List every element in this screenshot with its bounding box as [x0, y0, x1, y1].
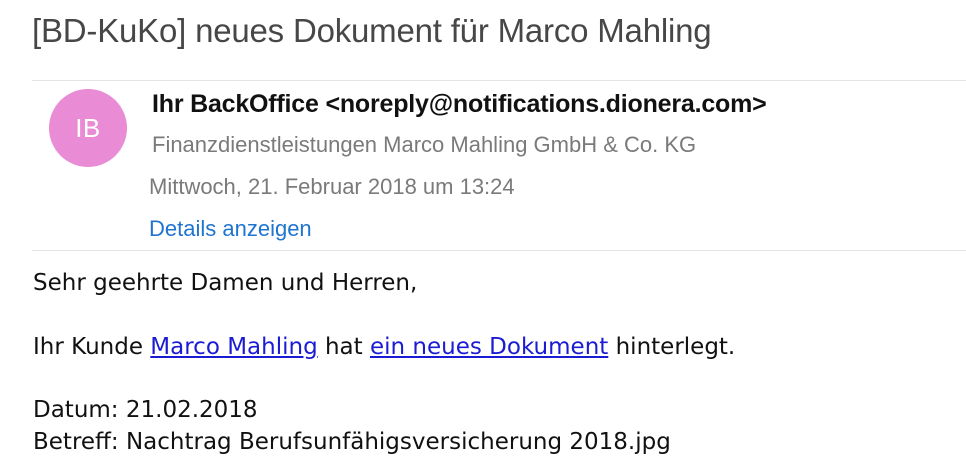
body-datum: Datum: 21.02.2018 [33, 397, 258, 423]
document-link[interactable]: ein neues Dokument [370, 334, 608, 360]
sender-avatar: IB [49, 89, 127, 167]
line-middle: hat [317, 334, 370, 360]
sender-name-address: Ihr BackOffice <noreply@notifications.di… [152, 90, 767, 118]
email-date: Mittwoch, 21. Februar 2018 um 13:24 [149, 174, 515, 199]
header-divider-bottom [32, 250, 966, 251]
avatar-initials: IB [75, 112, 101, 143]
details-link[interactable]: Details anzeigen [149, 216, 312, 242]
line-suffix: hinterlegt. [608, 334, 736, 360]
body-notification-line: Ihr Kunde Marco Mahling hat ein neues Do… [33, 334, 735, 360]
body-greeting: Sehr geehrte Damen und Herren, [33, 270, 418, 296]
email-subject: [BD-KuKo] neues Dokument für Marco Mahli… [32, 12, 712, 49]
header-divider-top [32, 80, 966, 81]
body-betreff: Betreff: Nachtrag Berufsunfähigsversiche… [33, 429, 671, 455]
customer-link[interactable]: Marco Mahling [150, 334, 317, 360]
line-prefix: Ihr Kunde [33, 334, 151, 360]
sender-organization: Finanzdienstleistungen Marco Mahling Gmb… [152, 132, 697, 157]
